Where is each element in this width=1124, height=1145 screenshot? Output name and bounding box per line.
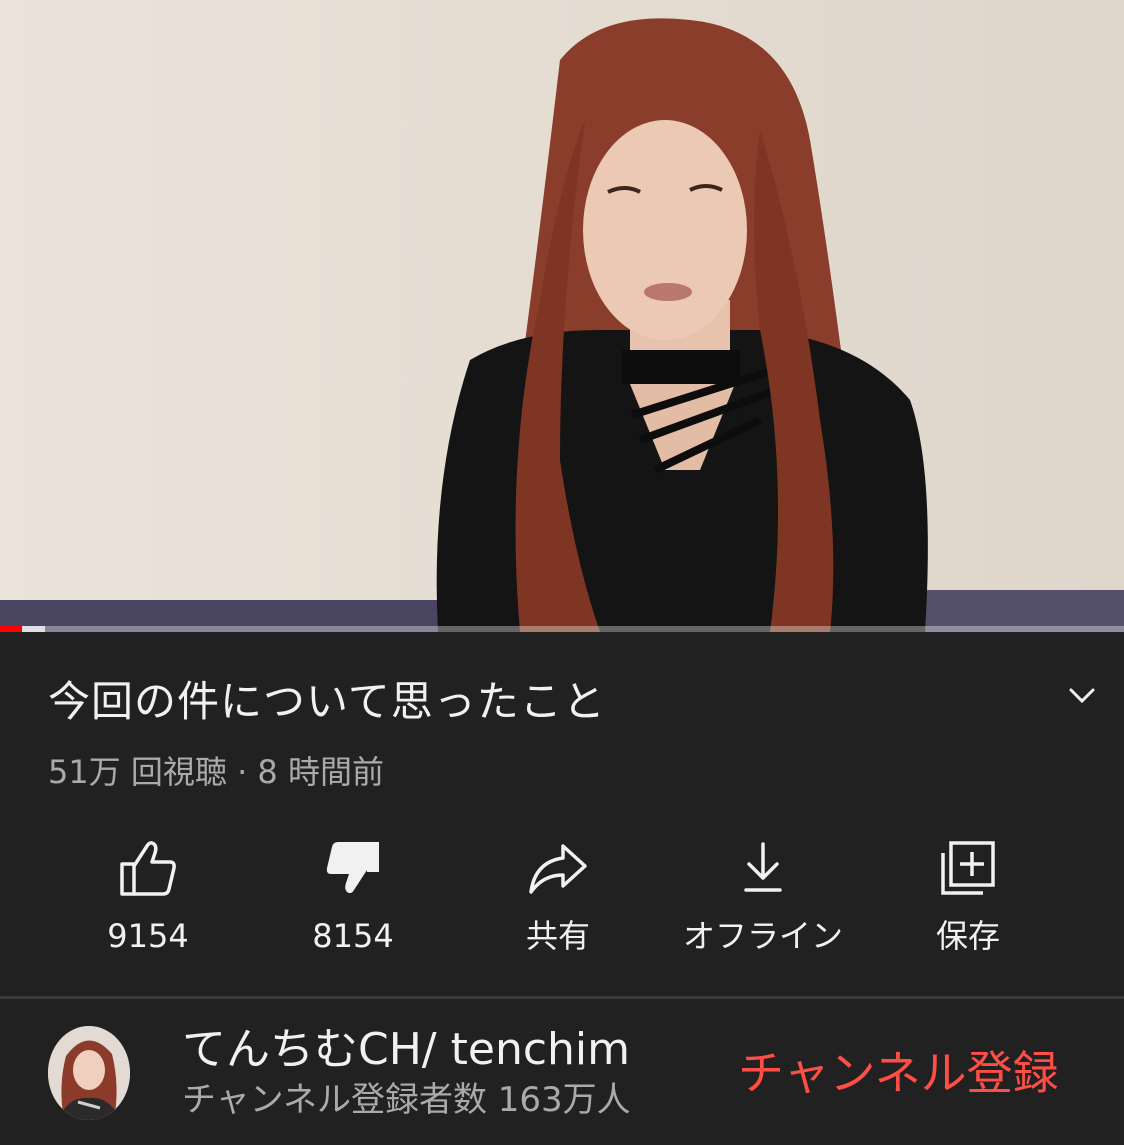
action-bar: 9154 8154 共有 オフライン 保存 xyxy=(46,832,1070,962)
thumbs-up-icon xyxy=(120,841,176,896)
channel-avatar[interactable] xyxy=(48,1026,130,1120)
download-button[interactable]: オフライン xyxy=(663,832,863,962)
save-button[interactable]: 保存 xyxy=(868,832,1068,962)
video-progress-bar[interactable] xyxy=(0,626,1124,632)
subscribe-button[interactable]: チャンネル登録 xyxy=(738,1044,1059,1102)
section-divider xyxy=(0,996,1124,999)
played-progress xyxy=(0,626,23,632)
offline-label: オフライン xyxy=(682,917,843,955)
view-count-and-age: 51万 回視聴 · 8 時間前 xyxy=(48,753,384,791)
like-count: 9154 xyxy=(107,917,189,955)
chevron-down-icon xyxy=(1069,688,1095,704)
share-label: 共有 xyxy=(525,917,590,955)
like-button[interactable]: 9154 xyxy=(48,832,248,962)
dislike-button[interactable]: 8154 xyxy=(253,832,453,962)
subscriber-count: チャンネル登録者数 163万人 xyxy=(182,1080,631,1120)
thumbs-down-icon xyxy=(326,842,379,894)
save-label: 保存 xyxy=(935,917,1000,955)
channel-name[interactable]: てんちむCH/ tenchim xyxy=(182,1024,630,1076)
save-playlist-icon xyxy=(941,841,995,895)
download-icon xyxy=(744,842,782,892)
video-title[interactable]: 今回の件について思ったこと xyxy=(48,676,606,728)
share-button[interactable]: 共有 xyxy=(458,832,658,962)
share-icon xyxy=(529,844,587,894)
video-frame-person xyxy=(436,18,928,632)
dislike-count: 8154 xyxy=(312,917,394,955)
expand-description-button[interactable] xyxy=(1062,676,1102,716)
avatar-image xyxy=(48,1026,130,1120)
video-player[interactable] xyxy=(0,0,1124,632)
